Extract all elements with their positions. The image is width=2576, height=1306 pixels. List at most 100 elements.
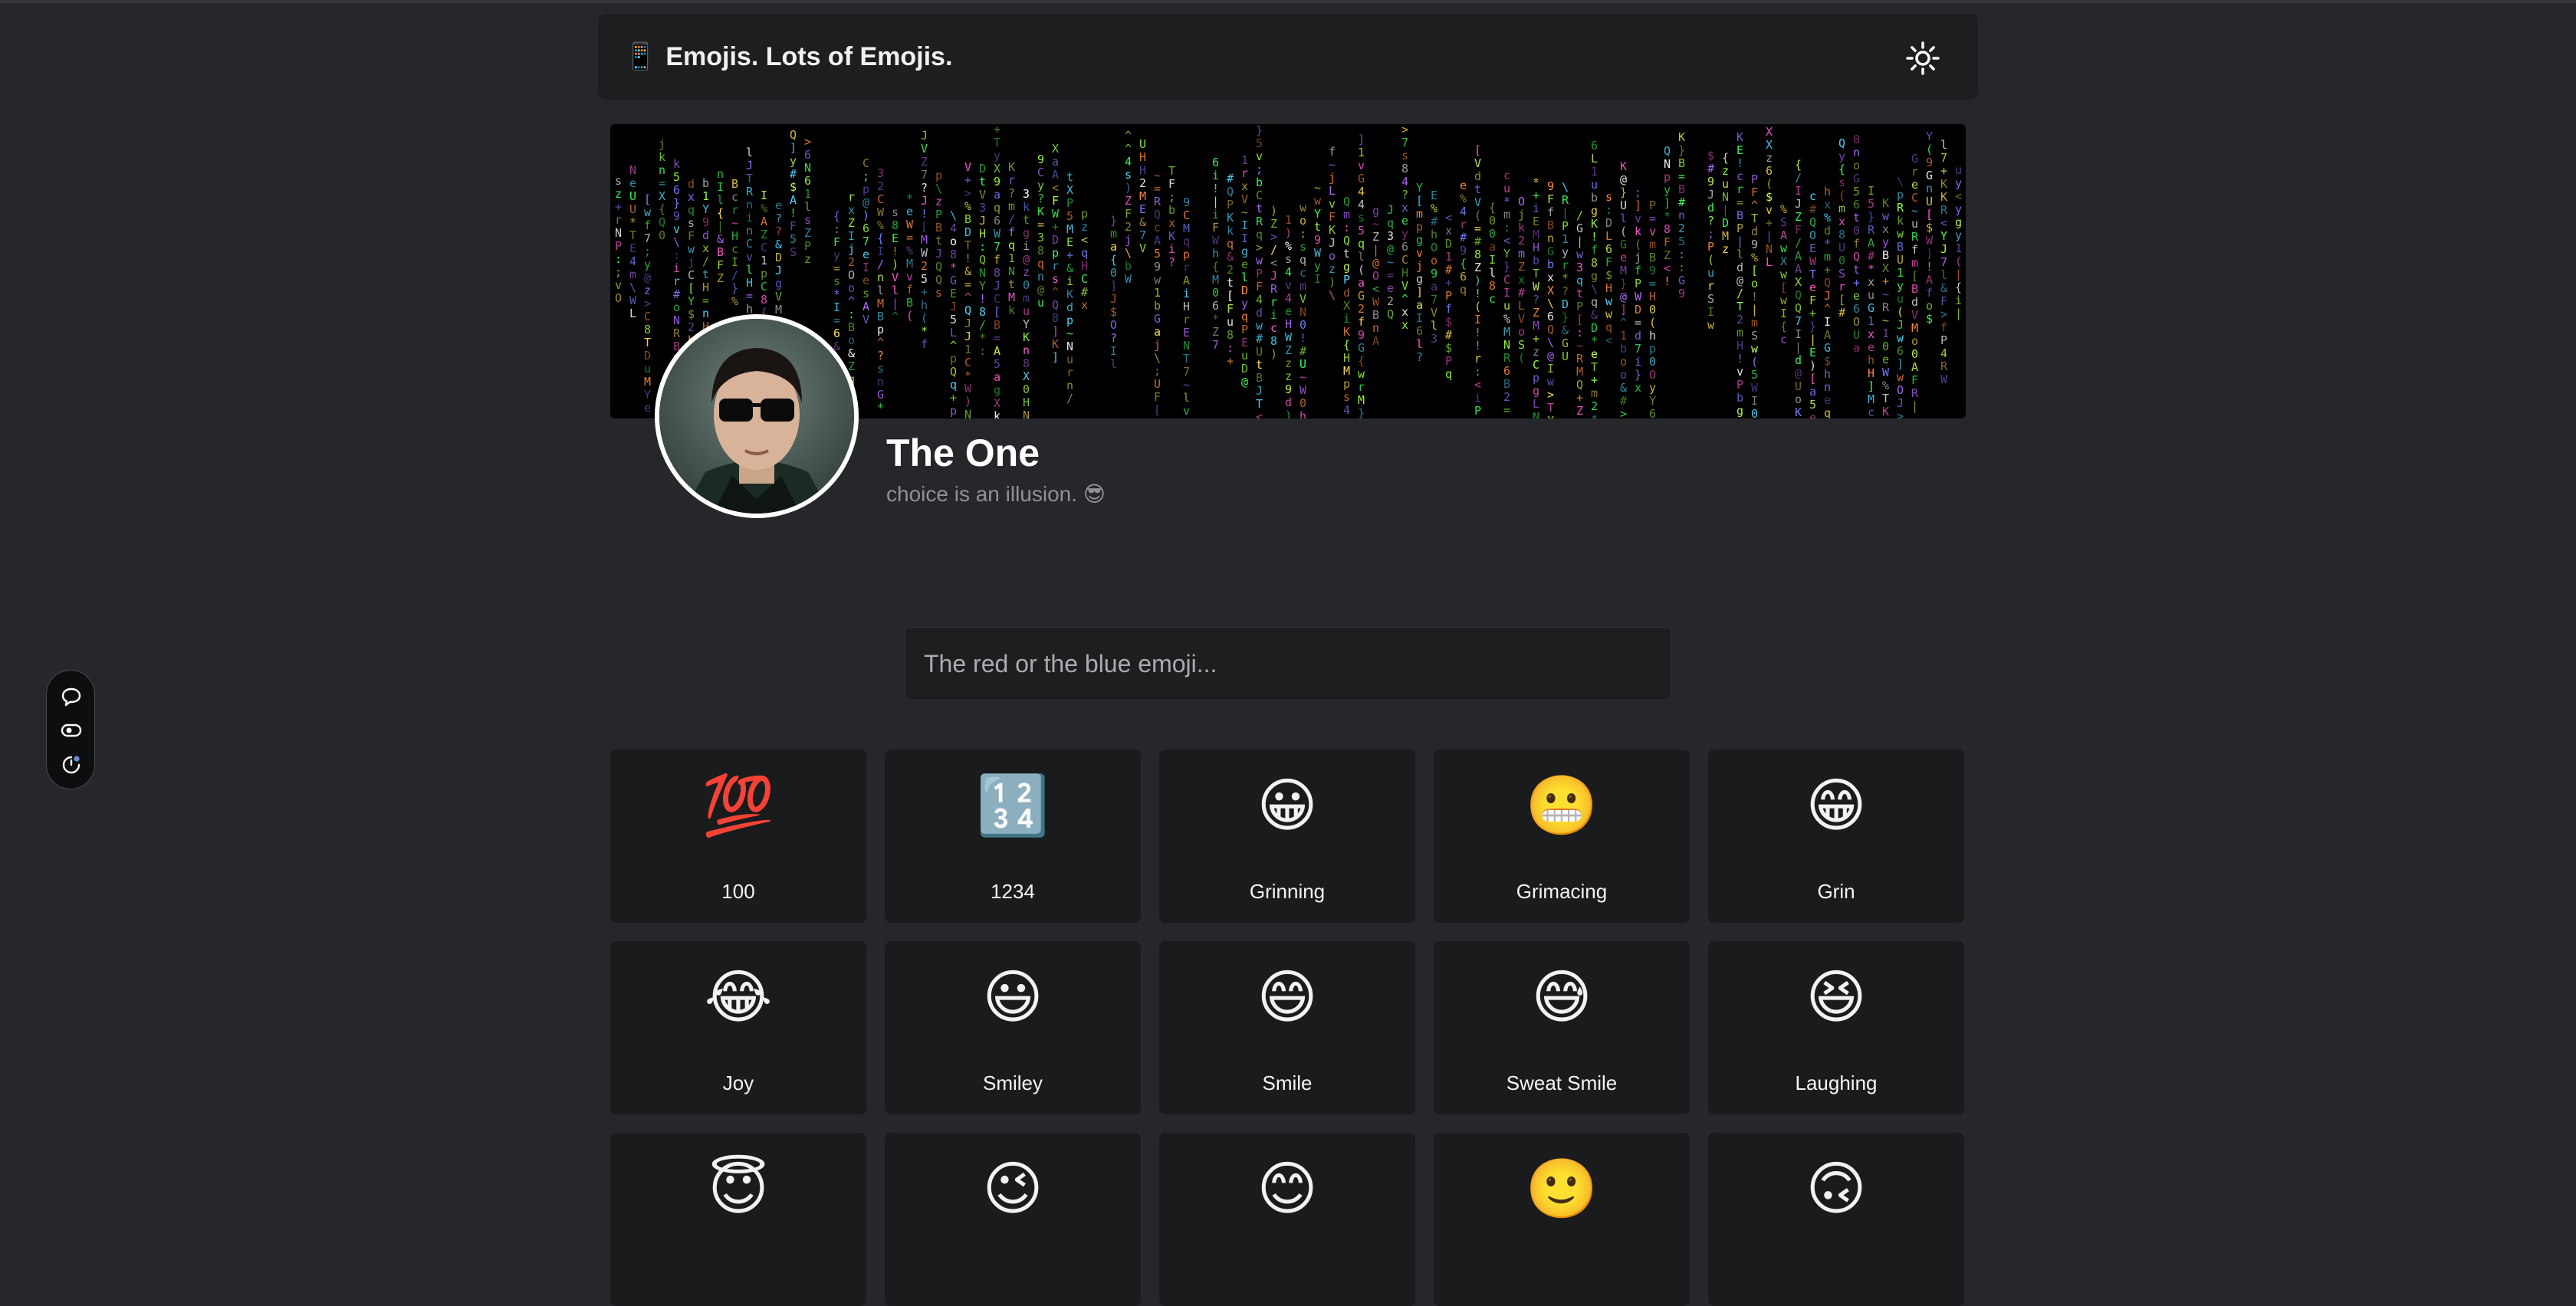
- sun-icon[interactable]: [1906, 41, 1940, 75]
- svg-text:]: ]: [1897, 357, 1904, 371]
- svg-text:o: o: [1431, 254, 1438, 267]
- svg-text:&: &: [775, 238, 782, 251]
- svg-text:l: l: [892, 284, 899, 297]
- toggle-eye-icon[interactable]: [61, 720, 82, 741]
- svg-text:;: ;: [644, 244, 651, 258]
- svg-text:I: I: [1707, 305, 1714, 319]
- svg-text:G: G: [1853, 172, 1860, 185]
- svg-text:P: P: [615, 239, 622, 253]
- svg-text:S: S: [790, 245, 797, 259]
- svg-text:8: 8: [1489, 279, 1496, 293]
- svg-text:z: z: [615, 187, 622, 201]
- svg-text:#: #: [1620, 394, 1627, 408]
- emoji-card[interactable]: 💯 100: [610, 750, 866, 923]
- app-title[interactable]: 📱 Emojis. Lots of Emojis.: [624, 14, 952, 100]
- svg-text:n: n: [1037, 270, 1044, 284]
- svg-text:s: s: [1285, 252, 1292, 266]
- svg-text:r: r: [848, 190, 855, 204]
- svg-text:N: N: [1066, 340, 1073, 353]
- svg-text::: :: [1678, 261, 1685, 274]
- svg-text:?: ?: [1401, 188, 1408, 202]
- emoji-card[interactable]: 😇: [610, 1133, 866, 1306]
- svg-text:W: W: [1882, 366, 1890, 379]
- svg-text:+: +: [1809, 307, 1816, 320]
- emoji-card[interactable]: 🙂: [1434, 1133, 1690, 1306]
- svg-text:Q: Q: [1547, 323, 1554, 336]
- svg-text:B: B: [731, 177, 738, 191]
- svg-text:H: H: [1343, 351, 1350, 365]
- emoji-card[interactable]: 😁 Grin: [1708, 750, 1964, 923]
- svg-text:m: m: [1008, 199, 1015, 213]
- svg-text:S: S: [1707, 292, 1714, 306]
- svg-text:|: |: [1722, 203, 1729, 217]
- svg-text:!: !: [892, 244, 899, 258]
- emoji-card[interactable]: 😆 Laughing: [1708, 941, 1964, 1114]
- svg-text:m: m: [1911, 256, 1918, 270]
- svg-text:O: O: [1853, 315, 1860, 329]
- svg-text:Q: Q: [1795, 288, 1802, 302]
- svg-text:K: K: [1882, 405, 1889, 418]
- svg-text:v: v: [1256, 149, 1263, 163]
- svg-text:F: F: [1751, 185, 1758, 199]
- emoji-card[interactable]: 😅 Sweat Smile: [1434, 941, 1690, 1114]
- profile-name: The One: [886, 432, 1040, 474]
- timer-icon[interactable]: [61, 753, 82, 775]
- svg-text:*: *: [877, 401, 884, 415]
- svg-text:p: p: [1416, 220, 1423, 234]
- emoji-card[interactable]: 🙃: [1708, 1133, 1964, 1306]
- svg-text:]: ]: [1664, 196, 1671, 210]
- svg-text::: :: [1300, 227, 1306, 241]
- svg-text:S: S: [1518, 338, 1525, 352]
- svg-text:L: L: [1533, 397, 1539, 411]
- svg-text:]: ]: [1358, 133, 1365, 146]
- svg-text:6: 6: [994, 214, 1001, 228]
- svg-text:r: r: [1241, 166, 1248, 180]
- svg-text:D: D: [1241, 284, 1248, 297]
- chat-bubble-icon[interactable]: [61, 686, 82, 707]
- emoji-card[interactable]: 😄 Smile: [1159, 941, 1415, 1114]
- svg-text:l: l: [1620, 212, 1627, 225]
- svg-text:@: @: [863, 195, 869, 209]
- svg-text:9: 9: [1154, 260, 1161, 274]
- svg-text:]: ]: [1416, 285, 1423, 299]
- svg-text:}: }: [1358, 406, 1365, 418]
- svg-text:A: A: [761, 215, 767, 228]
- svg-text:0: 0: [1489, 214, 1496, 228]
- svg-text:r: r: [1358, 380, 1365, 394]
- svg-text:6: 6: [804, 148, 811, 162]
- svg-text:G: G: [877, 388, 884, 402]
- svg-text:k: k: [1227, 224, 1234, 238]
- svg-text:J: J: [1387, 203, 1394, 217]
- svg-text:X: X: [1780, 254, 1787, 268]
- search-input[interactable]: [905, 627, 1671, 701]
- emoji-card[interactable]: 😂 Joy: [610, 941, 866, 1114]
- svg-text:l: l: [1416, 337, 1423, 351]
- emoji-card[interactable]: 😬 Grimacing: [1434, 750, 1690, 923]
- svg-text:I: I: [1751, 394, 1758, 408]
- svg-text:b: b: [702, 176, 709, 190]
- svg-text:g: g: [1955, 215, 1962, 229]
- svg-text:G: G: [1926, 169, 1933, 182]
- emoji-card[interactable]: 😀 Grinning: [1159, 750, 1415, 923]
- emoji-card[interactable]: 🔢 1234: [885, 750, 1141, 923]
- svg-text:P: P: [1635, 277, 1641, 290]
- svg-text:X: X: [1882, 261, 1889, 275]
- svg-text:e: e: [775, 199, 782, 212]
- svg-text:+: +: [950, 391, 957, 405]
- svg-text:;: ;: [1168, 190, 1175, 204]
- svg-text:D: D: [1605, 216, 1612, 230]
- svg-text:|: |: [1576, 235, 1583, 248]
- emoji-card[interactable]: 😉: [885, 1133, 1141, 1306]
- svg-text:W: W: [1372, 295, 1380, 309]
- svg-text:N: N: [673, 313, 680, 327]
- svg-text:@: @: [1620, 172, 1627, 186]
- emoji-card[interactable]: 😊: [1159, 1133, 1415, 1306]
- emoji-card[interactable]: 😃 Smiley: [885, 941, 1141, 1114]
- svg-text:Q: Q: [1795, 301, 1802, 315]
- emoji-label: Grimacing: [1516, 880, 1608, 903]
- svg-text:9: 9: [673, 209, 680, 223]
- svg-text:!: !: [1926, 260, 1933, 274]
- svg-text:W: W: [1635, 290, 1642, 304]
- svg-text:3: 3: [1431, 332, 1438, 346]
- svg-text:$: $: [1707, 149, 1714, 162]
